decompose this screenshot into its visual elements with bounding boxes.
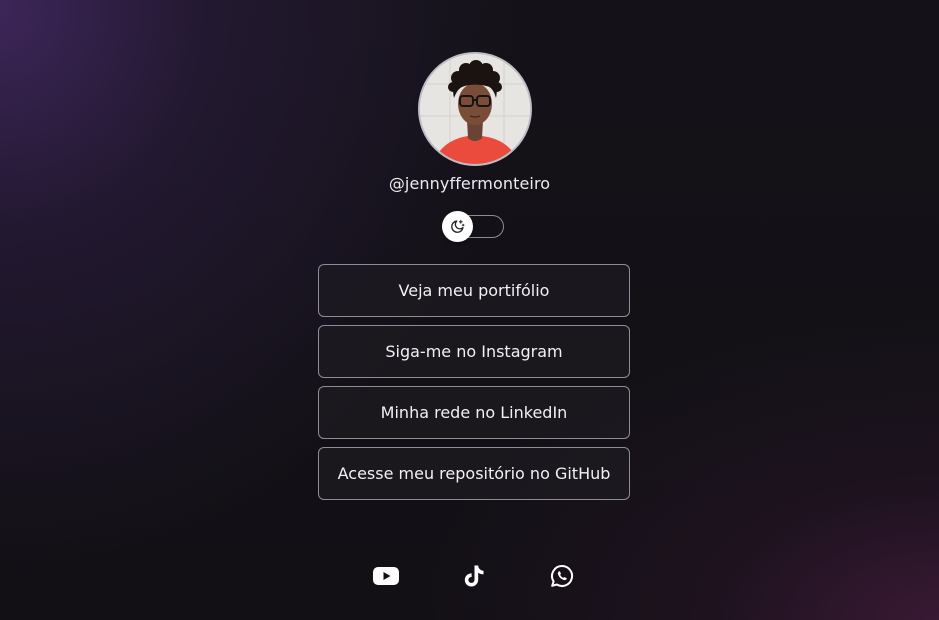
profile-photo [418, 52, 532, 166]
whatsapp-icon[interactable] [549, 563, 575, 589]
theme-toggle[interactable] [442, 211, 504, 242]
github-link-button[interactable]: Acesse meu repositório no GitHub [318, 447, 630, 500]
username: @jennyffermonteiro [388, 174, 551, 193]
youtube-icon[interactable] [373, 563, 399, 589]
social-links [0, 563, 939, 589]
tiktok-icon[interactable] [461, 563, 487, 589]
linkedin-link-button[interactable]: Minha rede no LinkedIn [318, 386, 630, 439]
instagram-link-button[interactable]: Siga-me no Instagram [318, 325, 630, 378]
toggle-knob[interactable] [442, 211, 473, 242]
moon-stars-icon [451, 219, 465, 233]
link-list: Veja meu portifólio Siga-me no Instagram… [318, 264, 630, 508]
portfolio-link-button[interactable]: Veja meu portifólio [318, 264, 630, 317]
